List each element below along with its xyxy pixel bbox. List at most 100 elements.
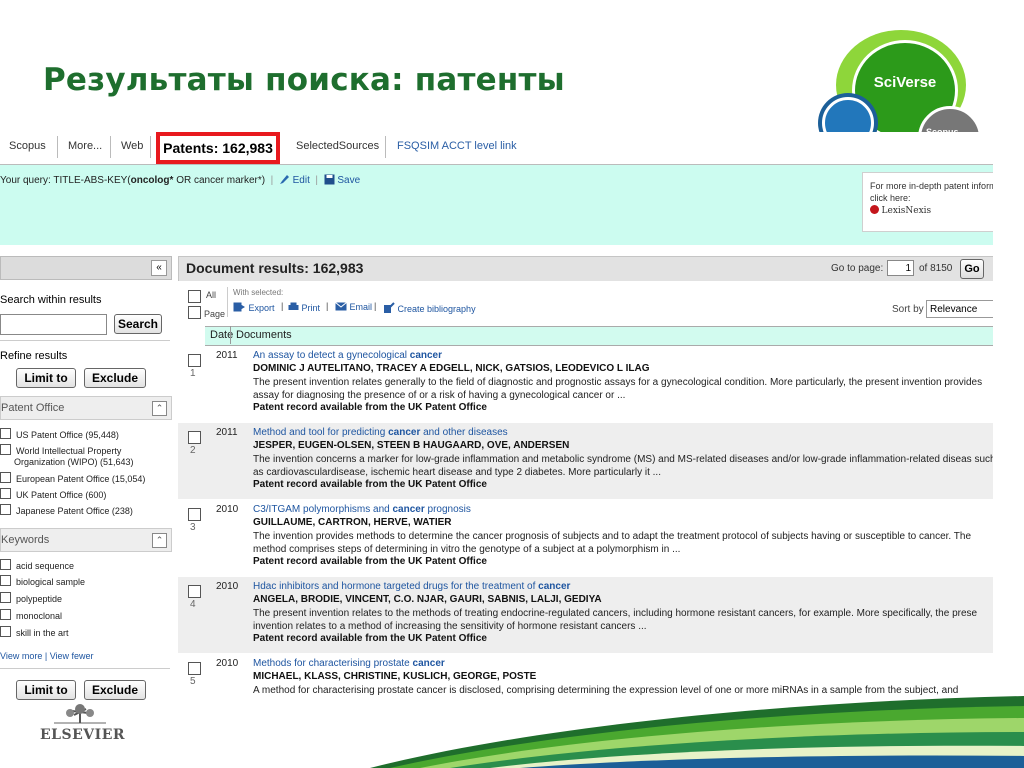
filter-keyword[interactable]: skill in the art [0, 626, 69, 638]
create-bibliography-link[interactable]: Create bibliography [383, 302, 476, 314]
collapse-up-icon[interactable]: ⌃ [152, 533, 167, 548]
search-within-input[interactable] [0, 314, 107, 335]
query-bar: Your query: TITLE-ABS-KEY(oncolog* OR ca… [0, 165, 993, 245]
slide-title: Результаты поиска: патенты [43, 62, 565, 98]
result-authors: JESPER, EUGEN-OLSEN, STEEN B HAUGAARD, O… [253, 440, 570, 451]
result-authors: GUILLAUME, CARTRON, HERVE, WATIER [253, 517, 452, 528]
tab-more[interactable]: More... [68, 140, 102, 152]
tab-selected-sources[interactable]: SelectedSources [296, 140, 379, 152]
refine-results-label: Refine results [0, 350, 68, 362]
tab-fsqsim-link[interactable]: FSQSIM ACCT level link [397, 140, 517, 152]
filter-wipo[interactable]: World Intellectual Property [0, 444, 121, 456]
email-icon [335, 302, 347, 311]
checkbox[interactable] [0, 626, 11, 637]
filter-european-patent-office[interactable]: European Patent Office (15,054) [0, 472, 145, 484]
tab-patents[interactable]: Patents: 162,983 [156, 132, 280, 164]
tab-divider [110, 136, 111, 158]
checkbox[interactable] [0, 472, 11, 483]
result-checkbox[interactable] [188, 431, 201, 444]
result-checkbox[interactable] [188, 508, 201, 521]
checkbox[interactable] [0, 575, 11, 586]
result-title-link[interactable]: An assay to detect a gynecological cance… [253, 350, 442, 361]
lexisnexis-icon [870, 205, 879, 214]
result-title-link[interactable]: Methods for characterising prostate canc… [253, 658, 445, 669]
filter-wipo-cont: Organization (WIPO) (51,643) [14, 457, 134, 467]
sort-by-label: Sort by [892, 304, 924, 315]
divider [227, 287, 228, 317]
result-title-link[interactable]: Method and tool for predicting cancer an… [253, 427, 508, 438]
result-number: 4 [190, 599, 196, 610]
results-column-header: Date Documents [205, 326, 993, 346]
filter-us-patent-office[interactable]: US Patent Office (95,448) [0, 428, 119, 440]
lexisnexis-link[interactable]: LexisNexis [870, 204, 993, 217]
result-year: 2011 [216, 350, 238, 361]
result-year: 2011 [216, 427, 238, 438]
result-checkbox[interactable] [188, 354, 201, 367]
filter-keyword[interactable]: polypeptide [0, 592, 62, 604]
goto-page-input[interactable]: 1 [887, 260, 914, 276]
result-row: 4 2010 Hdac inhibitors and hormone targe… [178, 577, 993, 653]
search-within-label: Search within results [0, 294, 102, 306]
view-more-fewer: View more | View fewer [0, 651, 94, 661]
keywords-header[interactable]: Keywords ⌃ [0, 528, 172, 552]
save-query-link[interactable]: Save [324, 174, 360, 186]
result-title-link[interactable]: C3/ITGAM polymorphisms and cancer progno… [253, 504, 471, 515]
checkbox[interactable] [0, 559, 11, 570]
select-all-checkbox[interactable] [188, 290, 201, 303]
checkbox[interactable] [0, 592, 11, 603]
lexisnexis-promo[interactable]: For more in-depth patent inform click he… [862, 172, 993, 232]
result-abstract: The present invention relates generally … [253, 377, 983, 401]
checkbox[interactable] [0, 504, 11, 515]
bibliography-icon [384, 302, 395, 313]
decorative-swoosh [370, 696, 1024, 768]
sort-select[interactable]: Relevance [926, 300, 993, 318]
result-title-link[interactable]: Hdac inhibitors and hormone targeted dru… [253, 581, 570, 592]
query-line: Your query: TITLE-ABS-KEY(oncolog* OR ca… [0, 174, 361, 186]
email-link[interactable]: Email [335, 302, 372, 312]
result-number: 3 [190, 522, 196, 533]
results-title: Document results: 162,983 [186, 260, 364, 276]
checkbox[interactable] [0, 488, 11, 499]
result-year: 2010 [216, 581, 239, 592]
print-link[interactable]: Print [288, 302, 320, 313]
result-number: 2 [190, 445, 196, 456]
tab-divider [150, 136, 151, 158]
filter-japanese-patent-office[interactable]: Japanese Patent Office (238) [0, 504, 133, 516]
search-within-button[interactable]: Search [114, 314, 162, 334]
tab-web[interactable]: Web [121, 140, 143, 152]
lexis-line2: click here: [870, 193, 911, 203]
tab-divider [385, 136, 386, 158]
results-toolbar: All Page With selected: Export | Print |… [178, 281, 993, 323]
result-abstract: The invention concerns a marker for low-… [253, 454, 993, 478]
sciverse-logo-text: SciVerse [873, 74, 937, 91]
tab-divider [57, 136, 58, 158]
sidebar-header: « [0, 256, 172, 280]
result-abstract: The present invention relates to the met… [253, 608, 978, 632]
filter-keyword[interactable]: monoclonal [0, 609, 62, 621]
checkbox[interactable] [0, 609, 11, 620]
result-source: Patent record available from the UK Pate… [253, 633, 487, 644]
view-fewer-link[interactable]: View fewer [50, 651, 94, 661]
edit-icon [279, 175, 289, 184]
patent-office-header[interactable]: Patent Office ⌃ [0, 396, 172, 420]
tab-scopus[interactable]: Scopus [9, 140, 46, 152]
result-checkbox[interactable] [188, 585, 201, 598]
documents-column-header[interactable]: Documents [236, 329, 292, 341]
export-link[interactable]: Export [233, 302, 275, 313]
edit-query-link[interactable]: Edit [279, 175, 313, 186]
collapse-sidebar-button[interactable]: « [151, 260, 167, 276]
checkbox[interactable] [0, 444, 11, 455]
limit-to-button[interactable]: Limit to [16, 368, 76, 388]
view-more-link[interactable]: View more [0, 651, 42, 661]
result-checkbox[interactable] [188, 662, 201, 675]
filter-uk-patent-office[interactable]: UK Patent Office (600) [0, 488, 106, 500]
go-button[interactable]: Go [960, 259, 984, 279]
checkbox[interactable] [0, 428, 11, 439]
filter-keyword[interactable]: biological sample [0, 575, 85, 587]
result-row: 2 2011 Method and tool for predicting ca… [178, 423, 993, 499]
exclude-button[interactable]: Exclude [84, 368, 146, 388]
filter-keyword[interactable]: acid sequence [0, 559, 74, 571]
divider [0, 340, 170, 341]
collapse-up-icon[interactable]: ⌃ [152, 401, 167, 416]
select-page-checkbox[interactable] [188, 306, 201, 319]
